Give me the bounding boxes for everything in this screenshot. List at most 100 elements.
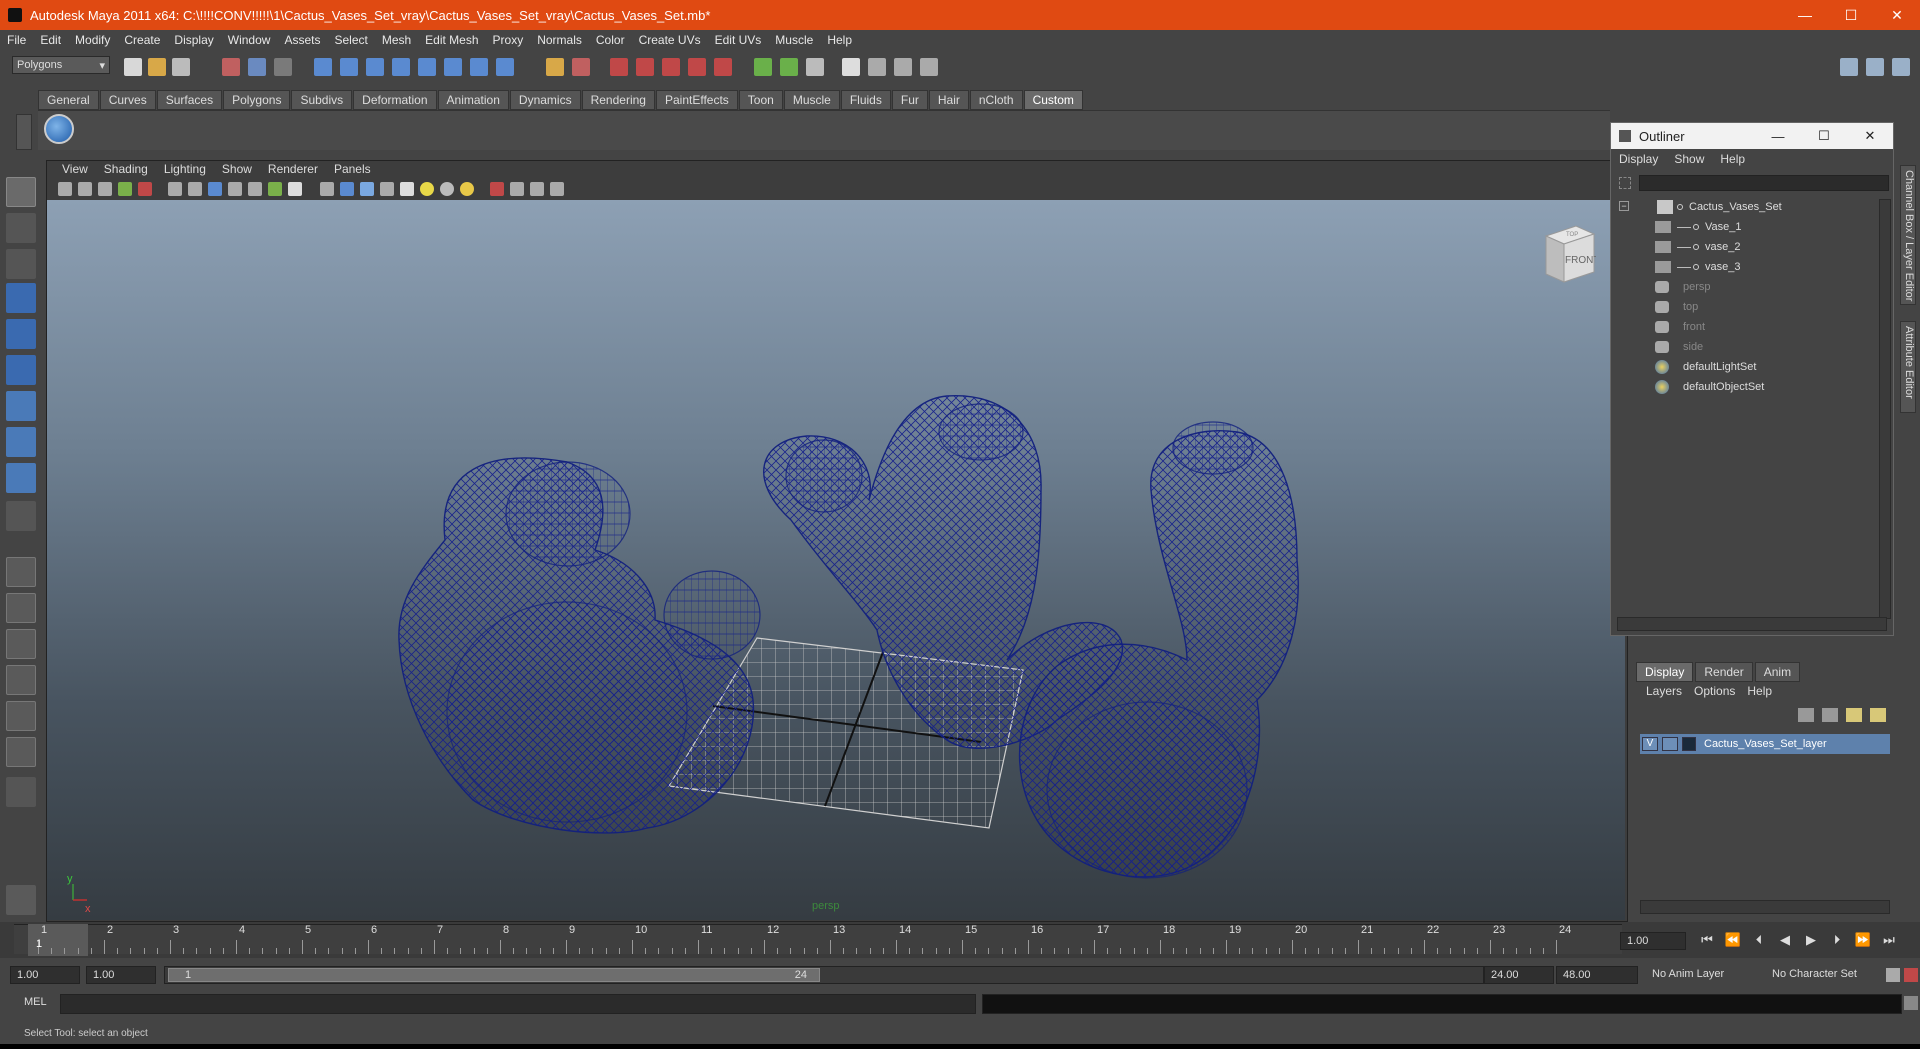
toggle-attribute-editor-icon[interactable] [1840,58,1858,76]
menu-create-uvs[interactable]: Create UVs [632,33,708,47]
highlight-selection-icon[interactable] [572,58,590,76]
anim-layer-dropdown[interactable]: No Anim Layer [1646,966,1756,984]
universal-manipulator-icon[interactable] [6,391,36,421]
snap-curve-icon[interactable] [636,58,654,76]
scale-tool-icon[interactable] [6,355,36,385]
close-button[interactable]: ✕ [1874,0,1920,30]
step-forward-frame-button[interactable]: ⏵ [1828,932,1846,950]
animation-end-field[interactable]: 48.00 [1556,966,1638,984]
select-joints-icon[interactable] [340,58,358,76]
select-component-icon[interactable] [274,58,292,76]
menu-proxy[interactable]: Proxy [486,33,531,47]
channel-box-tab[interactable]: Channel Box / Layer Editor [1900,165,1916,305]
outliner-maximize-button[interactable]: ☐ [1801,128,1847,144]
outliner-vertical-scrollbar[interactable] [1879,199,1891,619]
command-language-label[interactable]: MEL [24,996,47,1008]
shelf-tab-custom[interactable]: Custom [1023,90,1083,110]
select-rendering-icon[interactable] [470,58,488,76]
layer-horizontal-scrollbar[interactable] [1640,900,1890,914]
shelf-tab-rendering[interactable]: Rendering [581,90,655,110]
menu-edit-mesh[interactable]: Edit Mesh [418,33,485,47]
snap-grid-icon[interactable] [610,58,628,76]
safe-action-icon[interactable] [268,182,282,196]
outliner-layout-icon[interactable] [6,629,36,659]
menu-help[interactable]: Help [820,33,859,47]
shelf-tab-animation[interactable]: Animation [437,90,509,110]
isolate-select-icon[interactable] [490,182,504,196]
grid-toggle-icon[interactable] [168,182,182,196]
image-plane-icon[interactable] [118,182,132,196]
select-camera-icon[interactable] [58,182,72,196]
outliner-menu-display[interactable]: Display [1611,152,1666,166]
select-curves-icon[interactable] [366,58,384,76]
shelf-tab-dynamics[interactable]: Dynamics [509,90,581,110]
layer-visibility-toggle[interactable]: V [1642,737,1658,751]
collapse-icon[interactable]: − [1619,201,1629,211]
shelf-tab-subdivs[interactable]: Subdivs [291,90,353,110]
bookmarks-icon[interactable] [98,182,112,196]
wireframe-on-shaded-icon[interactable] [360,182,374,196]
render-frame-icon[interactable] [868,58,886,76]
menu-window[interactable]: Window [221,33,278,47]
menu-display[interactable]: Display [167,33,220,47]
viewport-menu-view[interactable]: View [54,162,96,178]
menu-select[interactable]: Select [327,33,374,47]
minimize-button[interactable]: — [1782,0,1828,30]
viewport-menu-lighting[interactable]: Lighting [156,162,214,178]
outliner-item-default-object-set[interactable]: defaultObjectSet [1655,377,1764,397]
last-tool-icon[interactable] [6,501,36,531]
script-editor-icon[interactable] [1904,996,1918,1010]
menu-create[interactable]: Create [117,33,167,47]
camera-attributes-icon[interactable] [78,182,92,196]
outliner-item-front[interactable]: front [1655,317,1705,337]
menu-file[interactable]: File [0,33,33,47]
outliner-item-vase-1[interactable]: Vase_1 [1655,217,1742,237]
layer-tab-render[interactable]: Render [1695,662,1753,682]
menuset-dropdown[interactable]: Polygons ▾ [12,56,110,74]
move-tool-icon[interactable] [6,283,36,313]
use-all-lights-icon[interactable] [420,182,434,196]
select-object-icon[interactable] [248,58,266,76]
select-dynamics-icon[interactable] [444,58,462,76]
xray-joints-icon[interactable] [510,182,524,196]
ipr-render-icon[interactable] [894,58,912,76]
layer-options-icon[interactable] [1846,708,1862,722]
outliner-horizontal-scrollbar[interactable] [1617,617,1887,631]
layer-menu-help[interactable]: Help [1741,684,1778,698]
soft-modification-icon[interactable] [6,427,36,457]
outliner-item-vase-2[interactable]: vase_2 [1655,237,1740,257]
perspective-viewport[interactable]: y x [47,200,1625,920]
go-to-start-button[interactable]: ⏮ [1698,932,1716,950]
graph-layout-icon[interactable] [6,665,36,695]
xray-icon[interactable] [380,182,394,196]
layer-color-swatch[interactable] [1682,737,1696,751]
playback-start-field[interactable]: 1.00 [86,966,156,984]
shelf-tab-deformation[interactable]: Deformation [353,90,437,110]
viewport-menu-shading[interactable]: Shading [96,162,156,178]
snap-point-icon[interactable] [662,58,680,76]
select-tool-icon[interactable] [6,177,36,207]
maximize-button[interactable]: ☐ [1828,0,1874,30]
select-hierarchy-icon[interactable] [222,58,240,76]
show-manipulator-icon[interactable] [6,463,36,493]
shelf-tab-muscle[interactable]: Muscle [783,90,840,110]
open-scene-icon[interactable] [148,58,166,76]
xray-active-icon[interactable] [530,182,544,196]
outliner-item-vase-3[interactable]: vase_3 [1655,257,1740,277]
menu-mesh[interactable]: Mesh [375,33,418,47]
outliner-item-side[interactable]: side [1655,337,1703,357]
play-backwards-button[interactable]: ◀ [1776,932,1794,950]
menu-edit[interactable]: Edit [33,33,68,47]
new-empty-layer-icon[interactable] [1822,708,1838,722]
render-settings-icon[interactable] [920,58,938,76]
shadows-icon[interactable] [440,182,454,196]
playback-end-field[interactable]: 24.00 [1484,966,1554,984]
shelf-tab-painteffects[interactable]: PaintEffects [655,90,738,110]
layer-tab-anim[interactable]: Anim [1754,662,1801,682]
animation-start-field[interactable]: 1.00 [10,966,80,984]
single-pane-layout-icon[interactable] [6,557,36,587]
shelf-tab-polygons[interactable]: Polygons [223,90,291,110]
dopesheet-layout-icon[interactable] [6,737,36,767]
outliner-item-cactus-vases-set[interactable]: Cactus_Vases_Set [1657,197,1782,217]
step-back-frame-button[interactable]: ⏴ [1750,932,1768,950]
